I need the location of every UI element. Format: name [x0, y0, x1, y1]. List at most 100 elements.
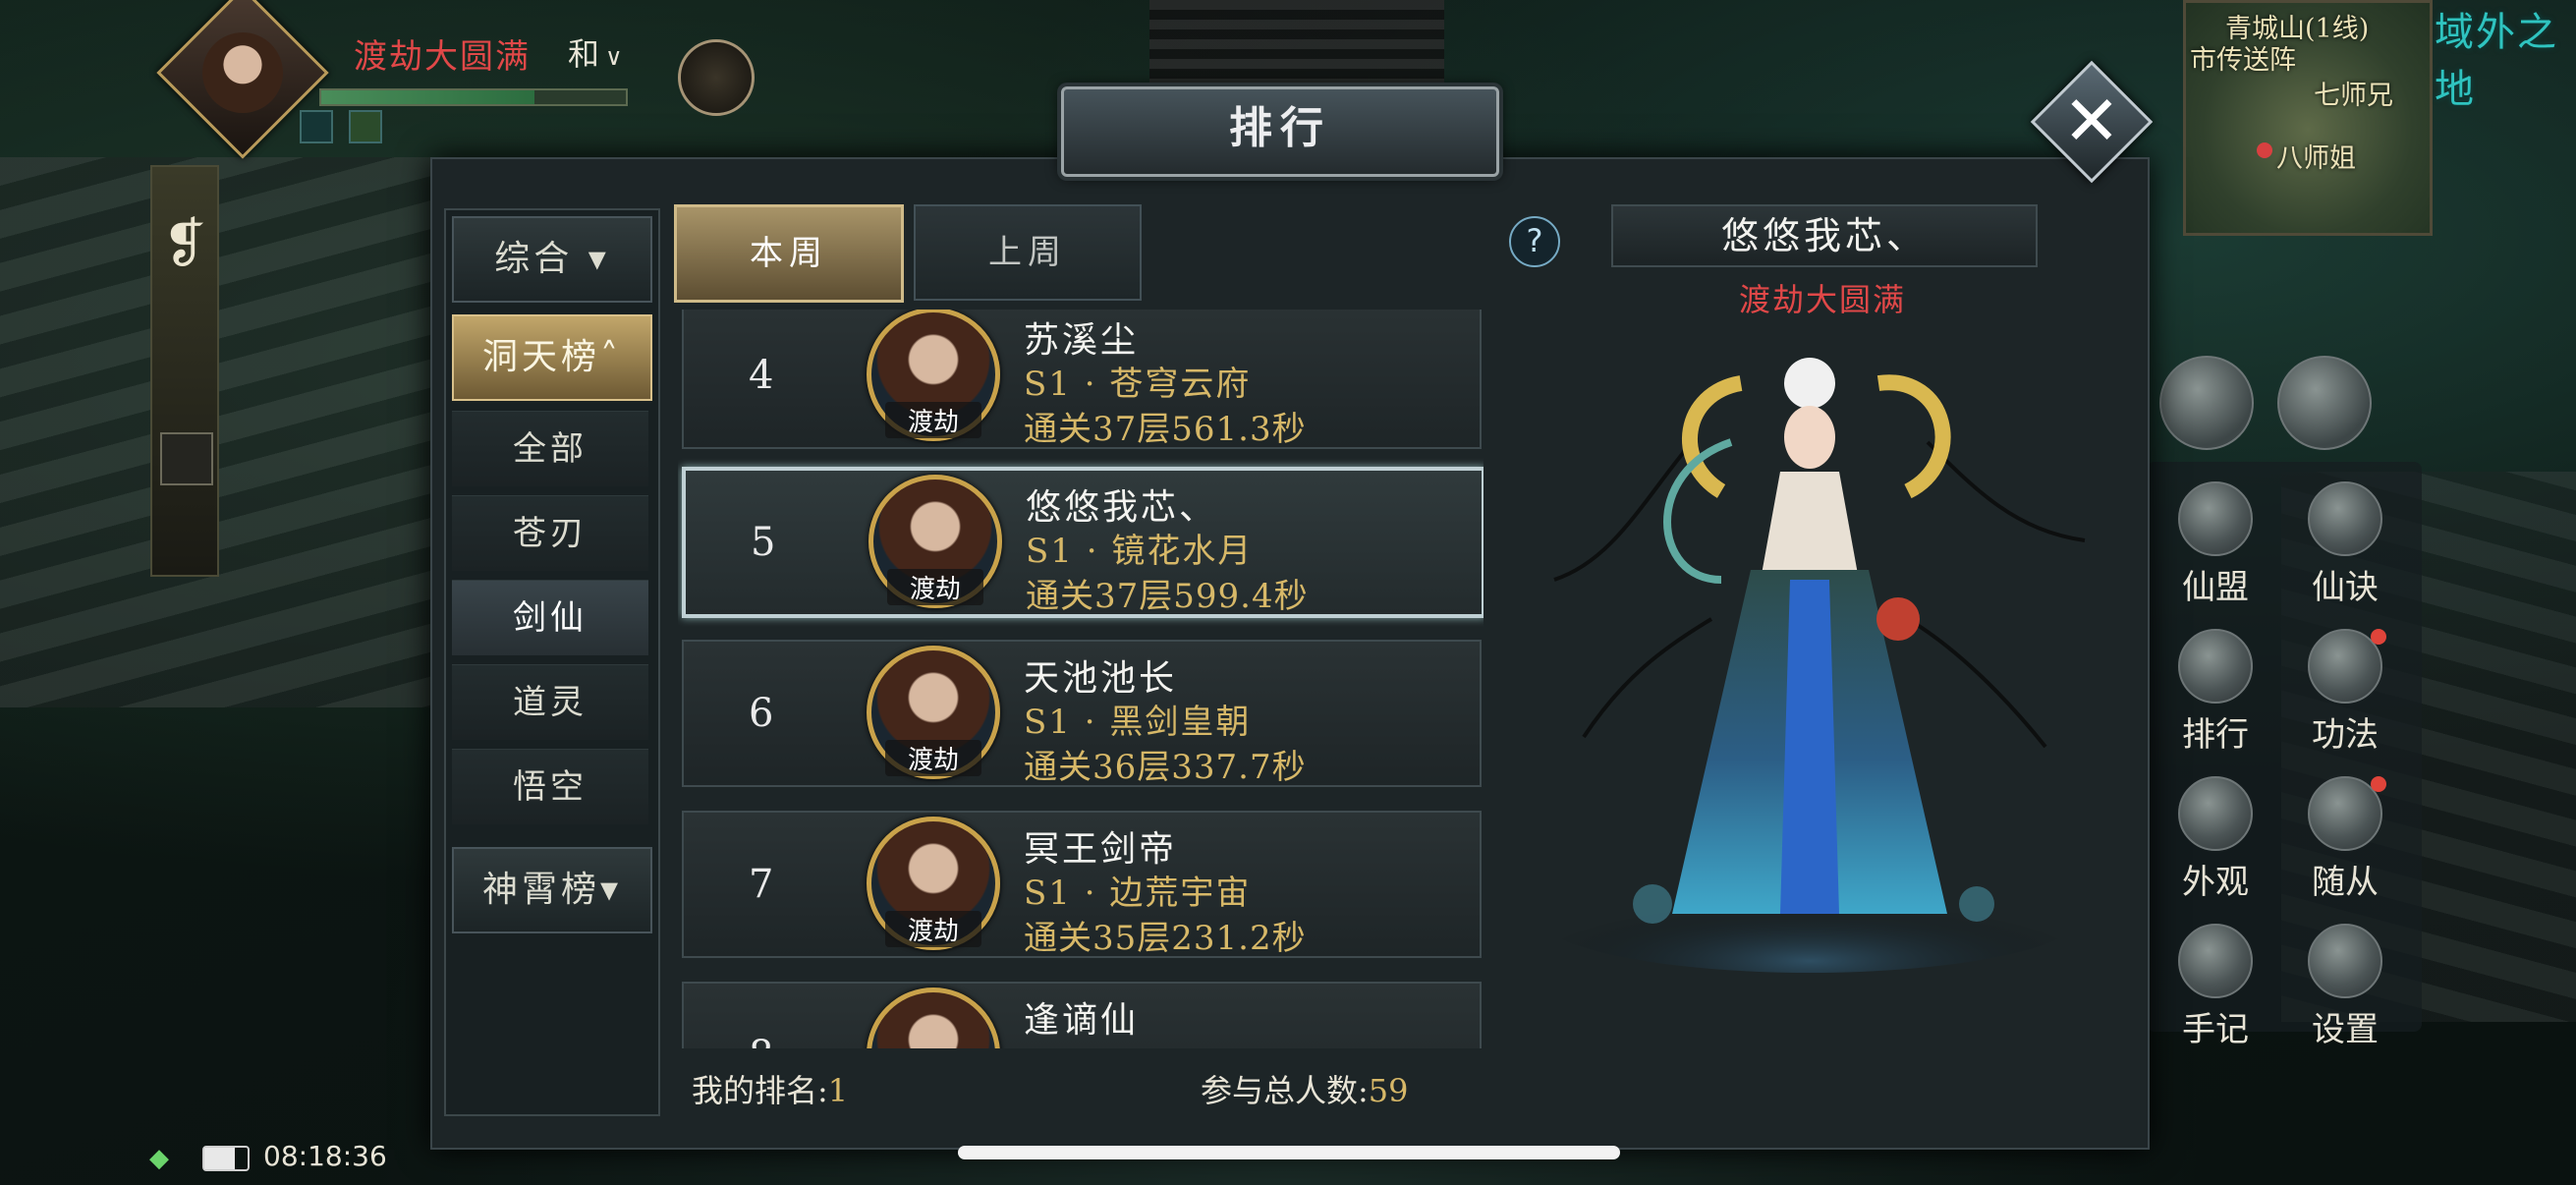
category-label: 洞天榜 [481, 337, 600, 377]
status-time: 08:18:36 [263, 1140, 387, 1172]
menu-ranking[interactable]: 排行 [2156, 629, 2274, 766]
notification-dot [2371, 629, 2386, 645]
buff-icon[interactable] [349, 110, 382, 143]
sect-emblem-icon[interactable] [678, 39, 755, 116]
help-button[interactable]: ? [1509, 216, 1560, 267]
preview-player-realm: 渡劫大圆满 [1738, 281, 1906, 318]
player-server: S1 · 镜花水月 [1026, 532, 1254, 571]
subcategory-label: 全部 [513, 429, 588, 469]
player-name: 冥王剑帝 [1024, 829, 1178, 870]
chevron-up-icon: ˄ [600, 337, 622, 377]
subcategory-cangren[interactable]: 苍刃 [452, 495, 648, 571]
preview-player-name: 悠悠我芯、 [1611, 204, 2038, 267]
ranking-row[interactable]: 7 渡劫 冥王剑帝 S1 · 边荒宇宙 通关35层231.2秒 [682, 811, 1482, 958]
realm-tag: 渡劫 [885, 911, 981, 947]
my-rank: 我的排名:1 [692, 1066, 848, 1111]
subcategory-daoling[interactable]: 道灵 [452, 664, 648, 740]
menu-skills[interactable]: 功法 [2286, 629, 2404, 766]
player-marker-icon [2257, 142, 2272, 158]
menu-label: 手记 [2182, 1010, 2249, 1049]
left-quick-bar: ❡ [150, 165, 219, 577]
player-name: 天池池长 [1024, 658, 1178, 699]
right-side-menu: 仙盟 仙诀 排行 功法 外观 随从 手记 设置 [2147, 462, 2422, 1049]
panel-title-bar: 排行 [1061, 86, 1499, 177]
rank-number: 7 [749, 862, 774, 907]
total-participants-label: 参与总人数: [1201, 1072, 1369, 1109]
player-portrait: 渡劫 [868, 475, 1002, 608]
player-score: 通关35层231.2秒 [1024, 919, 1307, 958]
menu-alliance[interactable]: 仙盟 [2156, 481, 2274, 619]
notification-dot [2371, 776, 2386, 792]
zone-name: 域外之地 [2435, 10, 2558, 112]
ranking-list[interactable]: 4 渡劫 苏溪尘 S1 · 苍穹云府 通关37层561.3秒 5 渡劫 悠悠我芯… [678, 310, 1484, 1048]
ranking-row[interactable]: 6 渡劫 天池池长 S1 · 黑剑皇朝 通关36层337.7秒 [682, 640, 1482, 787]
subcategory-jianxian[interactable]: 剑仙 [452, 580, 648, 655]
scroll-icon [2308, 481, 2382, 556]
minimap-poi: 八师姐 [2276, 143, 2356, 174]
player-server: S1 · 苍穹云府 [1024, 365, 1252, 404]
subcategory-label: 苍刃 [513, 514, 588, 553]
my-rank-value: 1 [827, 1072, 849, 1109]
ranking-row-selected[interactable]: 5 渡劫 悠悠我芯、 S1 · 镜花水月 通关37层599.4秒 [682, 467, 1484, 618]
buff-icon[interactable] [300, 110, 333, 143]
menu-follower[interactable]: 随从 [2286, 776, 2404, 914]
pk-mode-label: 和 [568, 35, 600, 73]
menu-settings[interactable]: 设置 [2286, 924, 2404, 1061]
scroll-icon[interactable]: ❡ [158, 185, 211, 303]
player-name: 逢谪仙 [1024, 1000, 1140, 1041]
minimap-poi: 市传送阵 [2190, 45, 2296, 76]
subcategory-all[interactable]: 全部 [452, 411, 648, 486]
realm-tag: 渡劫 [885, 740, 981, 776]
player-score: 通关37层599.4秒 [1026, 577, 1309, 616]
category-dropdown-general[interactable]: 综合 ▾ [452, 216, 652, 303]
category-label: 综合 [494, 239, 574, 279]
chevron-down-icon: ∨ [605, 43, 623, 71]
category-dongtian[interactable]: 洞天榜˄ [452, 314, 652, 401]
minimap-poi: 七师兄 [2314, 81, 2393, 111]
minimap[interactable]: 青城山(1线) 市传送阵 七师兄 八师姐 [2183, 0, 2433, 236]
category-list: 综合 ▾ 洞天榜˄ 全部 苍刃 剑仙 道灵 悟空 神霄榜▾ [444, 208, 660, 1116]
home-indicator[interactable] [958, 1146, 1620, 1159]
tab-last-week[interactable]: 上周 [914, 204, 1142, 301]
rank-number: 4 [749, 353, 774, 398]
player-server: S1 · 黑剑皇朝 [1024, 703, 1252, 742]
subcategory-label: 道灵 [513, 683, 588, 722]
category-label: 神霄榜 [481, 870, 600, 910]
my-rank-label: 我的排名: [692, 1072, 828, 1109]
menu-label: 设置 [2312, 1010, 2379, 1049]
battery-icon [202, 1146, 250, 1171]
gear-icon [2308, 924, 2382, 998]
menu-secret[interactable]: 仙诀 [2286, 481, 2404, 619]
player-portrait [867, 988, 1000, 1048]
ranking-row-partial[interactable]: 8 逢谪仙 [682, 982, 1482, 1048]
player-name: 悠悠我芯、 [1026, 487, 1218, 528]
tab-this-week[interactable]: 本周 [674, 204, 904, 303]
menu-label: 排行 [2182, 715, 2249, 755]
realm-tag: 渡劫 [887, 569, 983, 605]
swirl-icon[interactable] [2277, 356, 2372, 450]
notebook-icon [2178, 924, 2253, 998]
bag-icon[interactable] [2159, 356, 2254, 450]
rank-number: 8 [749, 984, 773, 1048]
player-portrait: 渡劫 [867, 646, 1000, 779]
total-participants-value: 59 [1368, 1072, 1409, 1109]
flag-icon[interactable] [160, 432, 213, 485]
player-server: S1 · 边荒宇宙 [1024, 874, 1252, 913]
pk-mode-selector[interactable]: 和 ∨ [568, 29, 623, 75]
player-realm: 渡劫大圆满 [354, 37, 531, 77]
subcategory-label: 剑仙 [513, 598, 588, 638]
menu-appearance[interactable]: 外观 [2156, 776, 2274, 914]
subcategory-wukong[interactable]: 悟空 [452, 749, 648, 824]
category-shenxiao[interactable]: 神霄榜▾ [452, 847, 652, 933]
close-icon: ✕ [2062, 81, 2121, 161]
menu-label: 随从 [2312, 863, 2379, 902]
rank-number: 6 [749, 691, 774, 736]
player-score: 通关37层561.3秒 [1024, 410, 1307, 449]
player-portrait: 渡劫 [867, 310, 1000, 441]
ranking-row[interactable]: 4 渡劫 苏溪尘 S1 · 苍穹云府 通关37层561.3秒 [682, 310, 1482, 449]
menu-notes[interactable]: 手记 [2156, 924, 2274, 1061]
subcategory-label: 悟空 [513, 767, 588, 807]
player-hp-bar [319, 88, 628, 106]
character-model[interactable] [1495, 324, 2124, 973]
rank-number: 5 [751, 520, 776, 565]
